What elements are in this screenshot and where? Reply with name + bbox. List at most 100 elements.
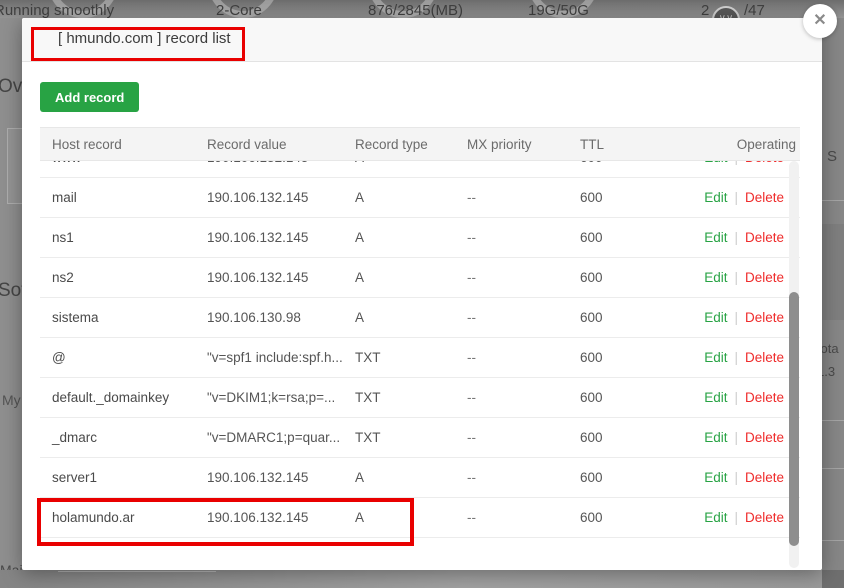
add-record-button[interactable]: Add record [40,82,140,112]
table-row: ns2 190.106.132.145 A -- 600 Edit | Delete [40,258,800,298]
delete-link[interactable]: Delete [745,310,784,325]
mx-priority-cell: -- [467,161,580,165]
record-value-cell: 190.106.130.98 [207,310,301,325]
edit-link[interactable]: Edit [704,161,727,165]
edit-link[interactable]: Edit [704,470,727,485]
table-row: mail 190.106.132.145 A -- 600 Edit | Delete [40,178,800,218]
disk-text: 19G/50G [528,2,589,18]
action-separator: | [734,190,738,205]
action-separator: | [734,161,738,165]
table-row: ns1 190.106.132.145 A -- 600 Edit | Delete [40,218,800,258]
record-type-cell: A [355,190,365,205]
column-header: TTL [580,136,605,152]
scrollbar-track[interactable] [789,161,799,568]
operating-cell: Edit | Delete [692,430,800,445]
action-separator: | [734,310,738,325]
background-band [822,224,844,320]
record-value-cell: "v=DMARC1;p=quar... [207,430,341,445]
record-type-cell: TXT [355,350,381,365]
table-row: @ "v=spf1 include:spf.h... TXT -- 600 Edit | De… [40,338,800,378]
host-record-cell: sistema [52,310,99,325]
operating-cell: Edit | Delete [692,161,800,165]
modal-title: [ hmundo.com ] record list [58,30,231,47]
host-record-cell: www [52,161,207,165]
record-value-cell: "v=DKIM1;k=rsa;p=... [207,390,336,405]
record-type-cell: A [355,310,365,325]
host-record-cell: mail [52,190,77,205]
operating-cell: Edit | Delete [692,350,800,365]
action-separator: | [734,350,738,365]
host-record-cell: @ [52,350,66,365]
background-s-label: S [827,148,838,165]
record-type-cell: TXT [355,430,381,445]
table-row: www190.106.132.145A--600 Edit | Delete [40,161,800,178]
column-header: Record value [207,136,287,152]
gauge-value-right: /47 [744,2,765,18]
ttl-cell: 600 [580,350,603,365]
ttl-cell: 600 [580,270,603,285]
delete-link[interactable]: Delete [745,430,784,445]
record-type-cell: A [355,470,365,485]
delete-link[interactable]: Delete [745,230,784,245]
table-row: default._domainkey "v=DKIM1;k=rsa;p=... TX… [40,378,800,418]
record-value-cell: 190.106.132.145 [207,190,309,205]
host-record-cell: default._domainkey [52,390,170,405]
ttl-cell: 600 [580,510,603,525]
record-value-cell: 190.106.132.145 [207,270,309,285]
operating-cell: Edit | Delete [692,510,800,525]
table-header: Host record Record value Record type MX pri… [40,127,800,161]
host-record-cell: holamundo.ar [52,510,135,525]
delete-link[interactable]: Delete [745,510,784,525]
edit-link[interactable]: Edit [704,310,727,325]
record-type-cell: A [355,161,467,165]
mx-priority-cell: -- [467,510,476,525]
background-divider [58,571,216,572]
edit-link[interactable]: Edit [704,510,727,525]
close-icon[interactable]: ✕ [803,4,837,38]
background-divider [822,468,844,469]
edit-link[interactable]: Edit [704,430,727,445]
table-row: server1 190.106.132.145 A -- 600 Edit | Delete [40,458,800,498]
table-scroll-viewport[interactable]: www190.106.132.145A--600Edit|Deletemail1… [40,161,800,543]
action-separator: | [734,430,738,445]
background-divider [822,540,844,541]
delete-link[interactable]: Delete [745,161,784,165]
record-value-cell: 190.106.132.145 [207,470,309,485]
edit-link[interactable]: Edit [704,190,727,205]
delete-link[interactable]: Delete [745,350,784,365]
background-mysql-label: My [2,392,21,408]
edit-link[interactable]: Edit [704,230,727,245]
edit-link[interactable]: Edit [704,270,727,285]
delete-link[interactable]: Delete [745,390,784,405]
operating-cell: Edit | Delete [692,310,800,325]
dns-records-table: Host record Record value Record type MX pri… [40,127,800,543]
scrollbar-thumb[interactable] [789,292,799,546]
column-header: Operating [736,136,796,152]
host-record-cell: server1 [52,470,98,485]
edit-link[interactable]: Edit [704,390,727,405]
ttl-cell: 600 [580,430,603,445]
record-value-cell: 190.106.132.145 [207,161,355,165]
mx-priority-cell: -- [467,190,476,205]
background-bottom-block [822,570,844,588]
background-bottom-strip [0,570,844,588]
action-separator: | [734,230,738,245]
mx-priority-cell: -- [467,390,476,405]
column-header: MX priority [467,136,532,152]
mx-priority-cell: -- [467,310,476,325]
mx-priority-cell: -- [467,230,476,245]
memory-text: 876/2845(MB) [368,2,464,18]
record-type-cell: A [355,510,365,525]
modal-header: [ hmundo.com ] record list [22,18,822,62]
operating-cell: Edit | Delete [692,230,800,245]
action-separator: | [734,390,738,405]
ttl-cell: 600 [580,230,603,245]
delete-link[interactable]: Delete [745,470,784,485]
table-row: sistema 190.106.130.98 A -- 600 Edit | Delete [40,298,800,338]
delete-link[interactable]: Delete [745,270,784,285]
edit-link[interactable]: Edit [704,350,727,365]
record-rows: www190.106.132.145A--600Edit|Deletemail1… [40,161,800,538]
delete-link[interactable]: Delete [745,190,784,205]
operating-cell: Edit | Delete [692,390,800,405]
ttl-cell: 600 [580,161,692,165]
